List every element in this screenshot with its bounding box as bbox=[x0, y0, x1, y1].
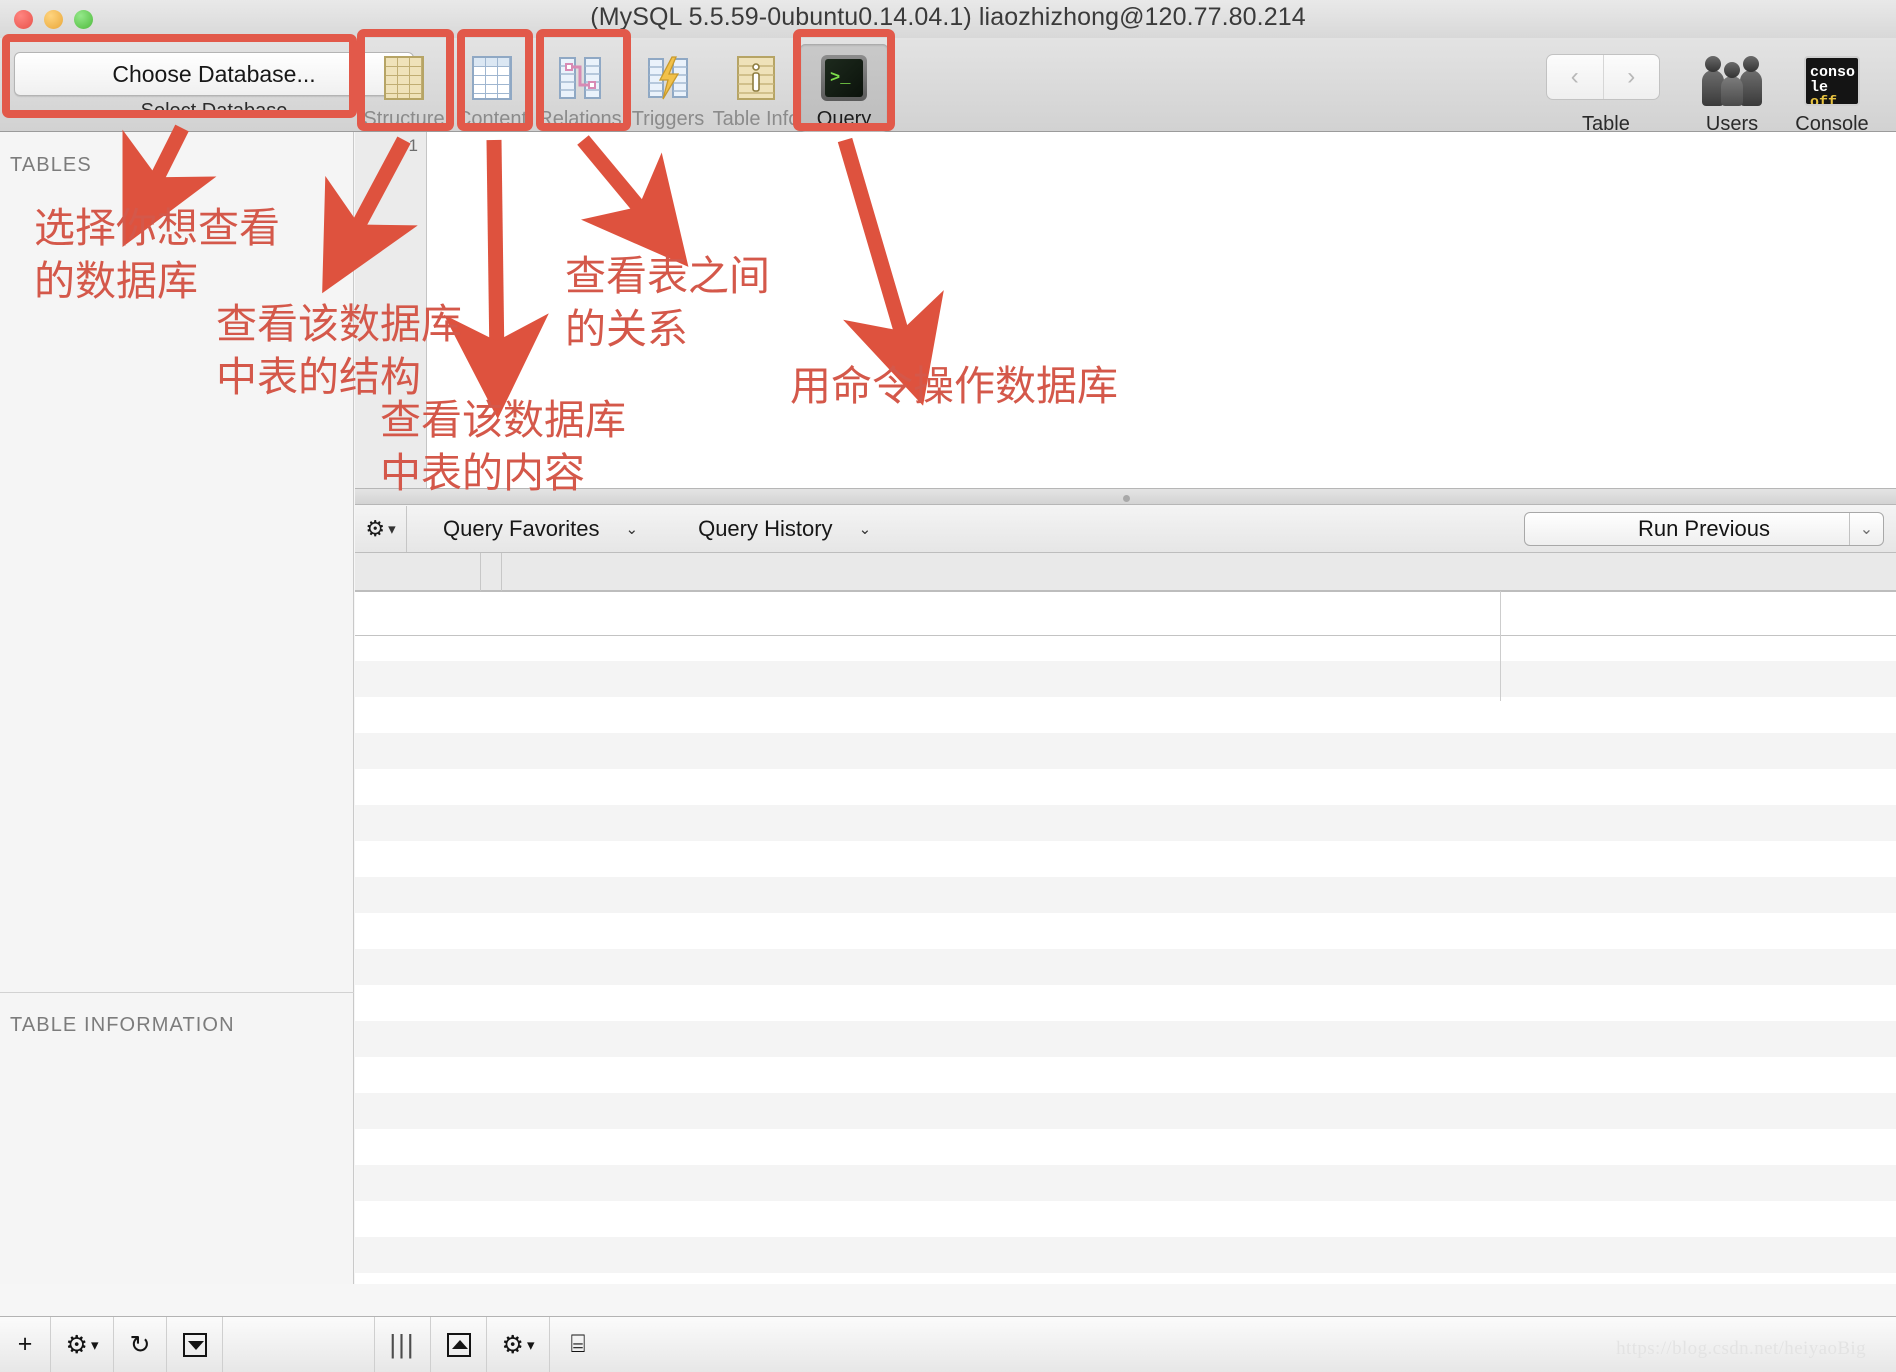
tables-section-header: TABLES bbox=[10, 154, 92, 176]
table-row[interactable] bbox=[355, 1093, 1896, 1129]
query-history-label: Query History bbox=[698, 515, 833, 541]
splitter-handle[interactable] bbox=[1122, 495, 1130, 502]
export-results-button[interactable]: ⌸ bbox=[550, 1317, 606, 1372]
console-icon-text-bottom-b: off bbox=[1810, 94, 1838, 106]
grip-icon: ||| bbox=[389, 1329, 416, 1359]
highlight-box-structure bbox=[357, 29, 454, 131]
query-actions-menu[interactable]: ⚙ ▾ bbox=[487, 1317, 550, 1372]
refresh-icon: ↻ bbox=[129, 1330, 151, 1359]
table-row[interactable] bbox=[355, 913, 1896, 949]
line-number: 1 bbox=[408, 136, 418, 155]
chevron-down-icon: ⌄ bbox=[858, 520, 872, 538]
filter-tables-button[interactable] bbox=[167, 1317, 223, 1372]
gear-icon: ⚙ bbox=[501, 1330, 524, 1359]
gear-icon: ⚙ bbox=[65, 1330, 88, 1359]
table-row[interactable] bbox=[355, 1273, 1896, 1284]
highlight-box-db-chooser bbox=[2, 34, 357, 118]
chevron-down-icon[interactable]: ⌄ bbox=[1849, 513, 1883, 545]
chevron-down-icon: ▾ bbox=[388, 520, 396, 538]
table-row[interactable] bbox=[355, 1021, 1896, 1057]
sequel-pro-window: (MySQL 5.5.59-0ubuntu0.14.04.1) liaozhiz… bbox=[0, 0, 1896, 1372]
table-information-section-header: TABLE INFORMATION bbox=[10, 1014, 235, 1036]
gear-icon: ⚙ bbox=[365, 515, 386, 541]
console-icon: conso le off bbox=[1804, 56, 1860, 106]
toolbar-item-triggers-label: Triggers bbox=[631, 108, 705, 130]
chevron-down-icon: ▾ bbox=[90, 1336, 99, 1354]
export-icon: ⌸ bbox=[570, 1330, 586, 1358]
title-bar: (MySQL 5.5.59-0ubuntu0.14.04.1) liaozhiz… bbox=[0, 0, 1896, 38]
table-row[interactable] bbox=[355, 949, 1896, 985]
table-row[interactable] bbox=[355, 877, 1896, 913]
plus-icon: + bbox=[17, 1330, 33, 1358]
table-actions-menu[interactable]: ⚙ ▾ bbox=[51, 1317, 114, 1372]
query-action-bar: ⚙ ▾ Query Favorites ⌄ Query History ⌄ Ru… bbox=[355, 505, 1896, 553]
table-row[interactable] bbox=[355, 733, 1896, 769]
table-info-icon bbox=[730, 52, 782, 104]
chevron-down-icon: ⌄ bbox=[625, 520, 639, 538]
table-row[interactable] bbox=[355, 985, 1896, 1021]
results-row-line bbox=[355, 635, 1896, 636]
results-header-row bbox=[355, 553, 1896, 591]
run-previous-label: Run Previous bbox=[1637, 516, 1771, 541]
table-row[interactable] bbox=[355, 589, 1896, 625]
table-row[interactable] bbox=[355, 1165, 1896, 1201]
annotation-query: 用命令操作数据库 bbox=[790, 363, 1118, 409]
query-history-menu[interactable]: Query History ⌄ bbox=[698, 516, 871, 542]
table-row[interactable] bbox=[355, 1129, 1896, 1165]
table-row[interactable] bbox=[355, 697, 1896, 733]
bottom-toolbar: + ⚙ ▾ ↻ ||| ⚙ ▾ ⌸ https://blog.csdn.net/… bbox=[0, 1316, 1896, 1372]
annotation-relations: 查看表之间 的关系 bbox=[565, 253, 770, 352]
table-row[interactable] bbox=[355, 841, 1896, 877]
filter-icon bbox=[182, 1332, 207, 1357]
table-row[interactable] bbox=[355, 1057, 1896, 1093]
collapse-icon bbox=[446, 1332, 471, 1357]
highlight-box-content bbox=[457, 29, 533, 131]
table-row[interactable] bbox=[355, 625, 1896, 661]
table-row[interactable] bbox=[355, 805, 1896, 841]
results-grid[interactable] bbox=[355, 553, 1896, 1284]
toolbar-item-table-info-label: Table Info bbox=[712, 108, 800, 130]
chevron-down-icon: ▾ bbox=[526, 1336, 535, 1354]
toggle-console-button[interactable] bbox=[431, 1317, 487, 1372]
users-icon bbox=[1702, 56, 1762, 106]
triggers-icon bbox=[642, 52, 694, 104]
table-row[interactable] bbox=[355, 769, 1896, 805]
query-favorites-menu[interactable]: Query Favorites ⌄ bbox=[443, 516, 638, 542]
annotation-content: 查看该数据库 中表的内容 bbox=[380, 397, 626, 496]
sidebar-resize-grip[interactable]: ||| bbox=[375, 1317, 431, 1372]
annotation-select-database: 选择你想查看 的数据库 bbox=[34, 205, 280, 304]
run-previous-button[interactable]: Run Previous ⌄ bbox=[1524, 512, 1884, 546]
table-row[interactable] bbox=[355, 1237, 1896, 1273]
table-row[interactable] bbox=[355, 1201, 1896, 1237]
watermark: https://blog.csdn.net/heiyaoBig bbox=[1616, 1338, 1866, 1359]
highlight-box-relations bbox=[536, 29, 631, 131]
table-row[interactable] bbox=[355, 661, 1896, 697]
console-icon-text-top: conso bbox=[1810, 64, 1856, 81]
results-header-bottom-line bbox=[355, 591, 1896, 592]
query-favorites-label: Query Favorites bbox=[443, 515, 600, 541]
refresh-tables-button[interactable]: ↻ bbox=[114, 1317, 167, 1372]
annotation-structure: 查看该数据库 中表的结构 bbox=[216, 301, 462, 400]
toolbar-item-triggers[interactable]: Triggers bbox=[624, 44, 712, 132]
add-table-button[interactable]: + bbox=[0, 1317, 51, 1372]
highlight-box-query bbox=[793, 29, 895, 131]
bottom-bar-spacer bbox=[223, 1317, 375, 1372]
query-gear-menu[interactable]: ⚙ ▾ bbox=[355, 505, 407, 552]
window-title: (MySQL 5.5.59-0ubuntu0.14.04.1) liaozhiz… bbox=[590, 3, 1306, 31]
toolbar-item-table-info[interactable]: Table Info bbox=[712, 44, 800, 132]
results-column-separator bbox=[1500, 591, 1501, 701]
